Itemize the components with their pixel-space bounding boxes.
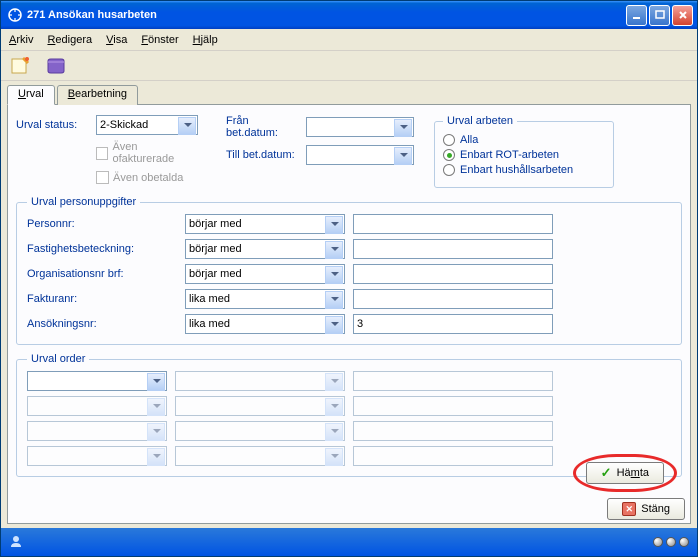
app-window: 271 Ansökan husarbeten Arkiv Redigera Vi… [0, 0, 698, 557]
fakturanr-input[interactable] [353, 289, 553, 309]
menu-redigera[interactable]: Redigera [47, 34, 92, 46]
order-2-op-select [175, 396, 345, 416]
personnr-label: Personnr: [27, 218, 177, 230]
urval-arbeten-group: Urval arbeten Alla Enbart ROT-arbeten En… [434, 115, 614, 188]
stang-button[interactable]: ✕ Stäng [607, 498, 685, 520]
menu-fonster[interactable]: Fönster [141, 34, 178, 46]
status-dot-2 [666, 537, 676, 547]
app-icon [7, 7, 23, 23]
urval-status-label: Urval status: [16, 119, 92, 131]
order-4-select [27, 446, 167, 466]
statusbar [1, 528, 697, 556]
order-4-op-select [175, 446, 345, 466]
status-dot-3 [679, 537, 689, 547]
hamta-highlight: ✓ Hämta [573, 454, 677, 492]
radio-hushall[interactable] [443, 164, 455, 176]
menu-arkiv[interactable]: Arkiv [9, 34, 33, 46]
menubar: Arkiv Redigera Visa Fönster Hjälp [1, 29, 697, 51]
close-button[interactable] [672, 5, 693, 26]
urval-status-select[interactable]: 2-Skickad [96, 115, 198, 135]
personnr-op-select[interactable]: börjar med [185, 214, 345, 234]
order-2-input [353, 396, 553, 416]
close-x-icon: ✕ [622, 502, 636, 516]
radio-alla-label: Alla [460, 134, 478, 146]
menu-hjalp[interactable]: Hjälp [193, 34, 218, 46]
till-bet-select[interactable] [306, 145, 414, 165]
fastighet-label: Fastighetsbeteckning: [27, 243, 177, 255]
tab-bearbetning[interactable]: Bearbetning [57, 85, 138, 105]
orgnr-input[interactable] [353, 264, 553, 284]
radio-rot[interactable] [443, 149, 455, 161]
aven-obetalda-checkbox [96, 171, 109, 184]
menu-visa[interactable]: Visa [106, 34, 127, 46]
order-1-select[interactable] [27, 371, 167, 391]
order-2-select [27, 396, 167, 416]
toolbar-note-icon[interactable] [9, 55, 31, 77]
fastighet-op-select[interactable]: börjar med [185, 239, 345, 259]
statusbar-indicators [653, 537, 689, 547]
status-dot-1 [653, 537, 663, 547]
hamta-button[interactable]: ✓ Hämta [586, 462, 664, 484]
fastighet-input[interactable] [353, 239, 553, 259]
statusbar-user-icon [9, 534, 23, 551]
stang-wrap: ✕ Stäng [607, 498, 685, 520]
ansokningsnr-label: Ansökningsnr: [27, 318, 177, 330]
fakturanr-op-select[interactable]: lika med [185, 289, 345, 309]
order-3-op-select [175, 421, 345, 441]
ansokningsnr-input[interactable]: 3 [353, 314, 553, 334]
urval-arbeten-legend: Urval arbeten [443, 115, 517, 127]
orgnr-label: Organisationsnr brf: [27, 268, 177, 280]
personnr-input[interactable] [353, 214, 553, 234]
window-title: 271 Ansökan husarbeten [27, 9, 626, 21]
radio-alla[interactable] [443, 134, 455, 146]
toolbar-book-icon[interactable] [45, 55, 67, 77]
aven-obetalda-label: Även obetalda [113, 172, 183, 184]
toolbar [1, 51, 697, 81]
radio-rot-label: Enbart ROT-arbeten [460, 149, 559, 161]
urval-person-group: Urval personuppgifter Personnr: börjar m… [16, 196, 682, 345]
tab-strip: Urval Bearbetning [7, 85, 691, 105]
tab-urval[interactable]: Urval [7, 85, 55, 105]
till-bet-label: Till bet.datum: [226, 149, 302, 161]
order-3-select [27, 421, 167, 441]
check-icon: ✓ [601, 465, 612, 481]
maximize-button[interactable] [649, 5, 670, 26]
order-3-input [353, 421, 553, 441]
urval-person-legend: Urval personuppgifter [27, 196, 140, 208]
titlebar: 271 Ansökan husarbeten [1, 1, 697, 29]
aven-ofakturerade-label: Även ofakturerade [112, 141, 198, 165]
order-4-input [353, 446, 553, 466]
window-controls [626, 5, 693, 26]
minimize-button[interactable] [626, 5, 647, 26]
fran-bet-label: Från bet.datum: [226, 115, 302, 139]
ansokningsnr-op-select[interactable]: lika med [185, 314, 345, 334]
fakturanr-label: Fakturanr: [27, 293, 177, 305]
order-1-input [353, 371, 553, 391]
fran-bet-select[interactable] [306, 117, 414, 137]
top-row: Urval status: 2-Skickad Även ofakturerad… [16, 115, 682, 188]
orgnr-op-select[interactable]: börjar med [185, 264, 345, 284]
radio-hushall-label: Enbart hushållsarbeten [460, 164, 573, 176]
order-1-op-select [175, 371, 345, 391]
aven-ofakturerade-checkbox [96, 147, 108, 160]
urval-order-legend: Urval order [27, 353, 89, 365]
